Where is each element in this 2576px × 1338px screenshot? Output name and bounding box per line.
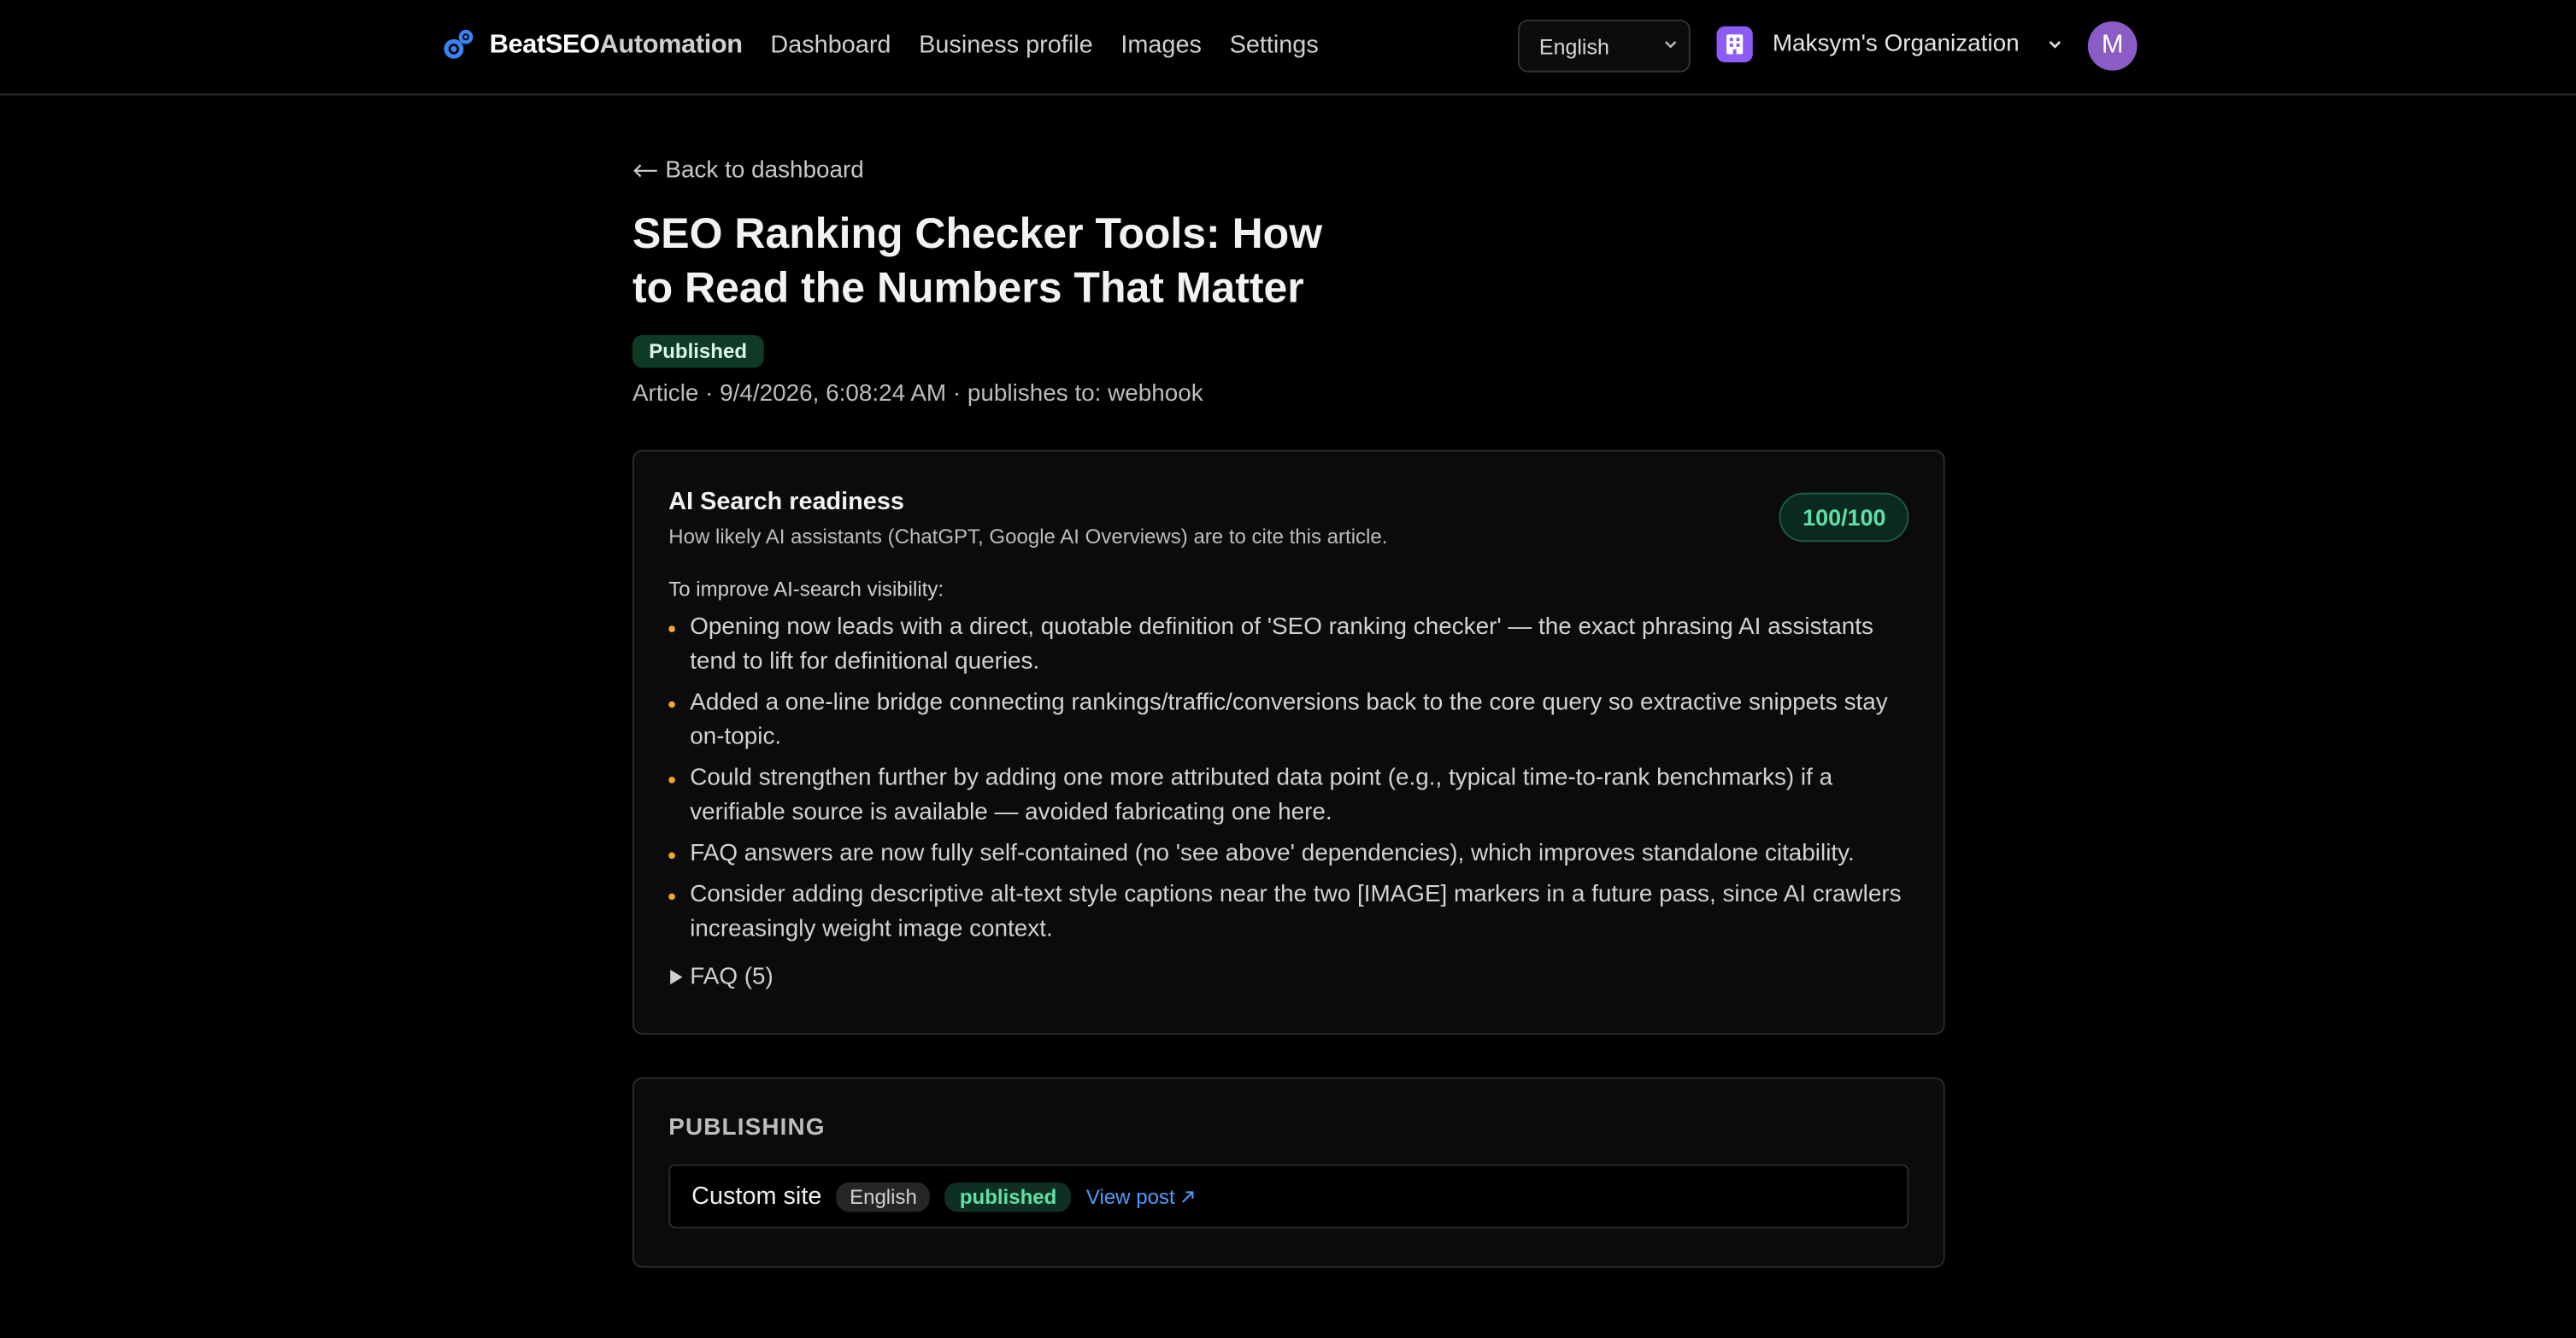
list-item: Opening now leads with a direct, quotabl… bbox=[668, 611, 1908, 680]
improvement-list: Opening now leads with a direct, quotabl… bbox=[668, 611, 1908, 948]
nav-settings[interactable]: Settings bbox=[1230, 32, 1319, 60]
faq-label: FAQ (5) bbox=[690, 964, 773, 990]
publishing-card: PUBLISHING Custom site English published… bbox=[632, 1077, 1945, 1268]
back-to-dashboard-link[interactable]: Back to dashboard bbox=[632, 157, 1945, 185]
faq-toggle[interactable]: FAQ (5) bbox=[668, 964, 1908, 990]
score-badge: 100/100 bbox=[1779, 492, 1909, 543]
article-detail: Back to dashboard SEO Ranking Checker To… bbox=[632, 158, 1945, 1268]
gears-icon bbox=[444, 29, 473, 59]
list-item: Consider adding descriptive alt-text sty… bbox=[668, 878, 1908, 948]
published-status-chip: published bbox=[944, 1181, 1072, 1212]
chevron-down-icon bbox=[1665, 41, 1677, 49]
arrow-left-icon bbox=[633, 164, 657, 178]
nav-images[interactable]: Images bbox=[1120, 32, 1202, 60]
chevron-down-icon bbox=[2050, 41, 2061, 49]
ai-search-readiness-card: AI Search readiness How likely AI assist… bbox=[632, 449, 1945, 1035]
list-item: Could strengthen further by adding one m… bbox=[668, 762, 1908, 831]
page-title: SEO Ranking Checker Tools: How to Read t… bbox=[632, 208, 1323, 313]
user-avatar[interactable]: M bbox=[2087, 21, 2138, 71]
top-navigation-bar: BeatSEOAutomation Dashboard Business pro… bbox=[0, 0, 2576, 96]
brand-logo-link[interactable]: BeatSEOAutomation bbox=[440, 28, 743, 64]
organization-name: Maksym's Organization bbox=[1772, 31, 2020, 58]
article-meta: Article · 9/4/2026, 6:08:24 AM · publish… bbox=[632, 380, 1203, 408]
back-label: Back to dashboard bbox=[665, 157, 864, 185]
triangle-right-icon bbox=[670, 969, 683, 985]
brand-name: BeatSEOAutomation bbox=[489, 31, 743, 60]
building-icon bbox=[1716, 26, 1753, 63]
publishing-heading: PUBLISHING bbox=[668, 1115, 826, 1141]
language-select[interactable]: English bbox=[1517, 20, 1691, 73]
language-select-value: English bbox=[1538, 33, 1609, 59]
nav-dashboard[interactable]: Dashboard bbox=[770, 32, 891, 60]
list-item: Added a one-line bridge connecting ranki… bbox=[668, 686, 1908, 755]
status-badge: Published bbox=[632, 335, 764, 368]
language-chip: English bbox=[836, 1181, 931, 1212]
publishing-row: Custom site English published View post bbox=[668, 1164, 1909, 1229]
list-item: FAQ answers are now fully self-contained… bbox=[668, 837, 1908, 871]
card-title: AI Search readiness bbox=[668, 487, 904, 516]
organization-switcher[interactable]: Maksym's Organization bbox=[1716, 26, 2065, 63]
nav-business-profile[interactable]: Business profile bbox=[919, 32, 1093, 60]
view-post-label: View post bbox=[1085, 1184, 1175, 1208]
main-nav: Dashboard Business profile Images Settin… bbox=[770, 32, 1318, 60]
card-subtitle: How likely AI assistants (ChatGPT, Googl… bbox=[668, 525, 1388, 549]
site-name: Custom site bbox=[691, 1182, 822, 1211]
improve-label: To improve AI-search visibility: bbox=[668, 578, 944, 602]
view-post-link[interactable]: View post bbox=[1086, 1185, 1197, 1208]
external-link-icon bbox=[1182, 1190, 1194, 1202]
